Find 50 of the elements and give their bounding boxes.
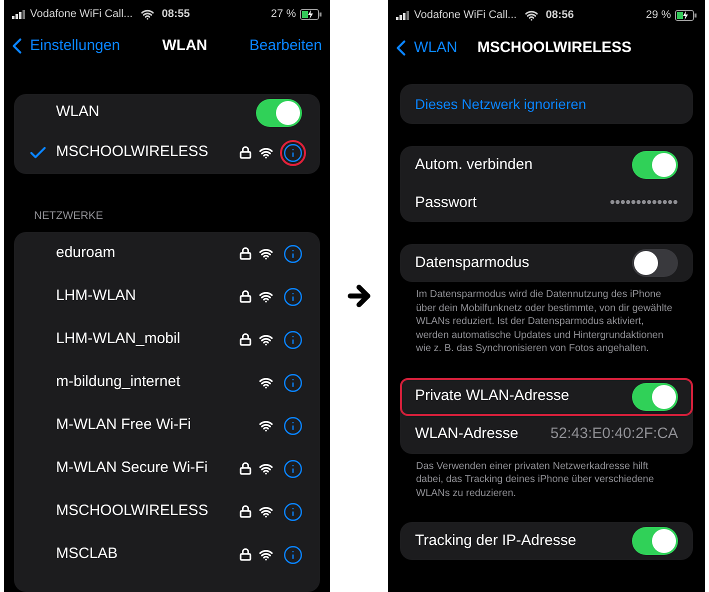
wifi-icon [259, 504, 273, 518]
wifi-icon [259, 332, 273, 346]
toggle-switch[interactable] [632, 527, 678, 555]
carrier-name: Vodafone WiFi Call... [414, 8, 517, 23]
network-name[interactable]: LHM-WLAN [56, 285, 136, 308]
row-label: WLAN-Adresse [415, 424, 518, 444]
wlan-label: WLAN [56, 102, 100, 122]
battery-percent: 27 % [270, 7, 296, 22]
forget-network-button[interactable]: Dieses Netzwerk ignorieren [400, 84, 693, 124]
wifi-icon [259, 146, 273, 160]
wifi-icon [259, 246, 273, 260]
edit-button[interactable]: Bearbeiten [249, 34, 322, 58]
carrier-name: Vodafone WiFi Call... [30, 7, 133, 22]
wifi-icon [140, 8, 154, 21]
network-name[interactable]: M-WLAN Secure Wi-Fi [56, 457, 208, 480]
row-label: Autom. verbinden [415, 154, 533, 175]
toggle-switch[interactable] [632, 382, 678, 410]
row-label: Datensparmodus [415, 252, 530, 273]
network-name[interactable]: LHM-WLAN_mobil [56, 328, 180, 351]
wifi-icon [524, 8, 538, 22]
toggle-switch[interactable] [256, 98, 302, 126]
toggle-switch[interactable] [632, 249, 678, 277]
wifi-icon [259, 290, 273, 304]
footnote-text: Im Datensparmodus wird die Datennutzung des iPhone über dein Mobilfunknetz oder bestimmte, von dir gewählte WLANs reduziert. Ist der Datensparmodus aktiviert, werden automatische Updates und Hintergrundaktionen wie z. B. das Synchronisieren von Fotos angehalten. [416, 288, 674, 356]
screen-title: MSCHOOLWIRELESS [477, 38, 632, 58]
network-name[interactable]: eduroam [56, 242, 116, 265]
back-button[interactable]: WLAN [388, 35, 458, 61]
battery-percent: 29 % [646, 8, 671, 23]
status-time: 08:56 [546, 8, 574, 23]
signal-icon [396, 10, 410, 20]
signal-icon [12, 10, 26, 19]
network-name[interactable]: MSCHOOLWIRELESS [56, 141, 208, 164]
back-button[interactable]: Einstellungen [4, 33, 120, 60]
footnote-text: Das Verwenden einer privaten Netzwerkadresse hilft dabei, das Tracking deines iPhone über verschiedene WLANs zu reduzieren. [416, 460, 655, 500]
status-time: 08:55 [162, 7, 190, 22]
network-name[interactable]: MSCLAB [56, 543, 118, 566]
section-header: NETZWERKE [34, 208, 104, 224]
screen-title: WLAN [162, 36, 208, 56]
info-button[interactable] [280, 140, 306, 166]
network-name[interactable]: M-WLAN Free Wi-Fi [56, 414, 191, 437]
wifi-icon [259, 462, 273, 476]
row-label: Private WLAN-Adresse [415, 386, 570, 406]
wifi-icon [259, 548, 273, 562]
network-name[interactable]: MSCHOOLWIRELESS [56, 500, 208, 523]
row-value: ••••••••••••• [610, 192, 678, 213]
network-name[interactable]: m-bildung_internet [56, 371, 180, 394]
row-value: 52:43:E0:40:2F:CA [550, 424, 678, 444]
row-label: Tracking der IP-Adresse [415, 530, 576, 551]
row-label: Passwort [415, 192, 477, 213]
toggle-switch[interactable] [632, 151, 678, 179]
